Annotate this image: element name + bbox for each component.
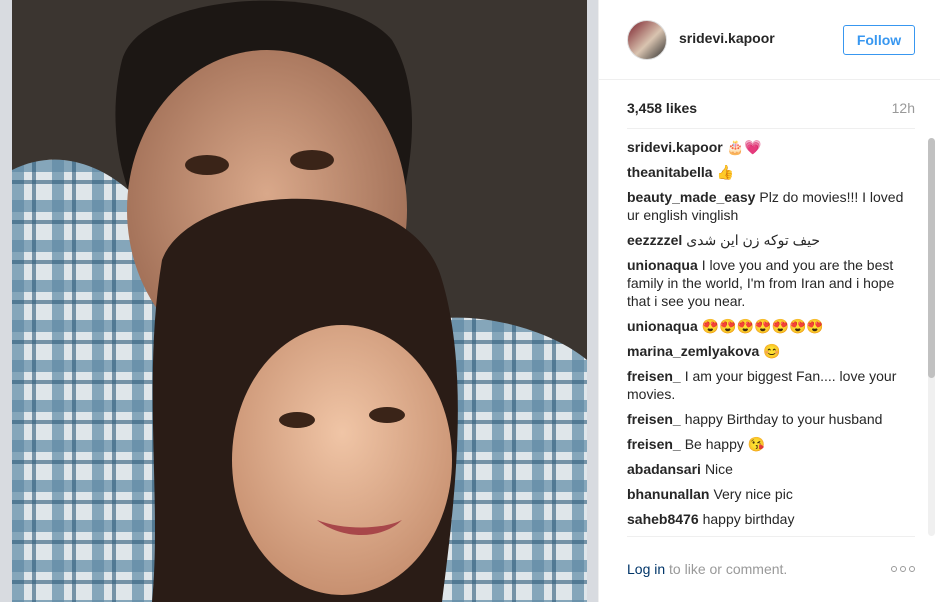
comment-item: eezzzzel حیف توکه زن این شدی	[627, 231, 909, 249]
comment-item: saheb8476 happy birthday	[627, 510, 909, 528]
dot-icon	[891, 566, 897, 572]
comment-item: theanitabella 👍	[627, 163, 909, 181]
comment-item: freisen_ I am your biggest Fan.... love y…	[627, 367, 909, 403]
comment-username[interactable]: eezzzzel	[627, 232, 682, 248]
follow-button[interactable]: Follow	[843, 25, 915, 55]
post-footer: Log in to like or comment.	[627, 536, 915, 602]
likes-count[interactable]: 3,458 likes	[627, 100, 697, 116]
comment-text: حیف توکه زن این شدی	[686, 232, 821, 248]
comment-text: happy Birthday to your husband	[684, 411, 883, 427]
login-link[interactable]: Log in	[627, 561, 665, 577]
comment-username[interactable]: freisen_	[627, 411, 681, 427]
comments-scrollbar[interactable]	[928, 138, 935, 536]
comment-username[interactable]: theanitabella	[627, 164, 713, 180]
comment-text: Be happy 😘	[684, 436, 766, 452]
comment-text: 😍😍😍😍😍😍😍	[701, 318, 824, 334]
post-photo[interactable]	[0, 0, 598, 602]
comment-item: beauty_made_easy Plz do movies!!! I loved…	[627, 188, 909, 224]
comment-username[interactable]: freisen_	[627, 368, 681, 384]
post-details-panel: sridevi.kapoor Follow 3,458 likes 12h sr…	[598, 0, 940, 602]
comment-username[interactable]: sridevi.kapoor	[627, 139, 723, 155]
comment-text: 👍	[716, 164, 735, 180]
comment-item: freisen_ Be happy 😘	[627, 435, 909, 453]
login-prompt: Log in to like or comment.	[627, 561, 787, 577]
dot-icon	[900, 566, 906, 572]
comment-text: happy birthday	[702, 511, 795, 527]
comment-item: marina_zemlyakova 😊	[627, 342, 909, 360]
comment-username[interactable]: marina_zemlyakova	[627, 343, 759, 359]
user-avatar[interactable]	[627, 20, 667, 60]
comment-username[interactable]: unionaqua	[627, 257, 698, 273]
post-photo-image	[12, 0, 587, 602]
comment-item: freisen_ happy Birthday to your husband	[627, 410, 909, 428]
divider	[627, 128, 915, 129]
comment-item: unionaqua I love you and you are the best…	[627, 256, 909, 310]
comment-username[interactable]: bhanunallan	[627, 486, 709, 502]
comment-username[interactable]: freisen_	[627, 436, 681, 452]
comment-item: sridevi.kapoor 🎂💗	[627, 138, 909, 156]
comment-text: 😊	[763, 343, 781, 359]
comment-username[interactable]: unionaqua	[627, 318, 698, 334]
comment-text: Very nice pic	[713, 486, 793, 502]
comment-username[interactable]: saheb8476	[627, 511, 699, 527]
dot-icon	[909, 566, 915, 572]
post-username[interactable]: sridevi.kapoor	[679, 30, 775, 46]
comment-item: bhanunallan Very nice pic	[627, 485, 909, 503]
more-options-icon[interactable]	[891, 565, 915, 573]
post-time[interactable]: 12h	[892, 100, 915, 116]
comment-item: abadansari Nice	[627, 460, 909, 478]
comment-text: Nice	[704, 461, 733, 477]
scrollbar-thumb[interactable]	[928, 138, 935, 378]
likes-row: 3,458 likes 12h	[627, 100, 915, 118]
comment-username[interactable]: beauty_made_easy	[627, 189, 755, 205]
comment-username[interactable]: abadansari	[627, 461, 701, 477]
login-prompt-text: to like or comment.	[665, 561, 788, 577]
comment-item: unionaqua 😍😍😍😍😍😍😍	[627, 317, 909, 335]
post-header: sridevi.kapoor Follow	[599, 0, 940, 80]
comment-text: 🎂💗	[726, 139, 762, 155]
comments-list[interactable]: sridevi.kapoor 🎂💗 theanitabella 👍 beauty_m…	[627, 138, 909, 534]
